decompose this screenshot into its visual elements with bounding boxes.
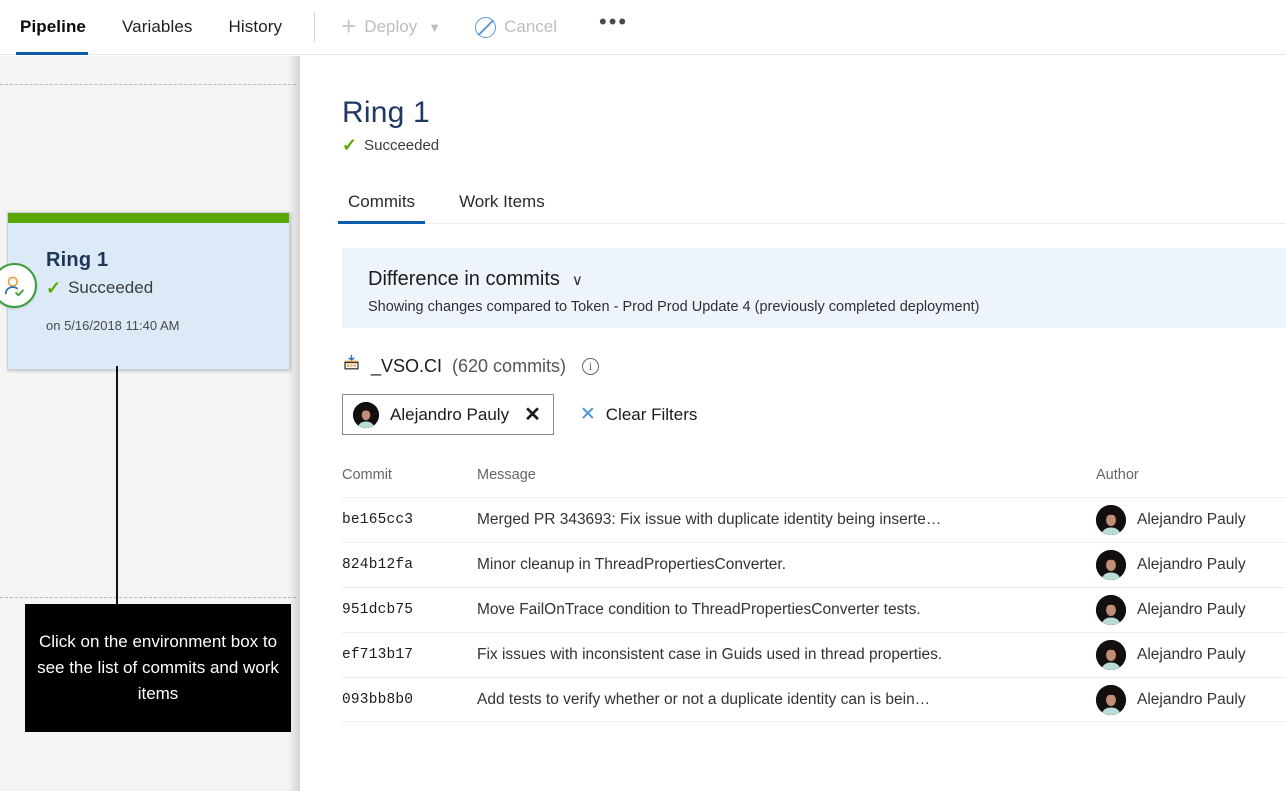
filter-row: Alejandro Pauly ✕ ✕ Clear Filters bbox=[342, 394, 1286, 435]
column-header-message: Message bbox=[477, 467, 536, 483]
pipeline-panel: Ring 1 ✓ Succeeded on 5/16/2018 11:40 AM… bbox=[0, 56, 300, 791]
cell-commit-message: Move FailOnTrace condition to ThreadProp… bbox=[477, 601, 921, 618]
banner-title-row[interactable]: Difference in commits ∨ bbox=[368, 268, 1286, 291]
pipeline-dashed-divider-top bbox=[0, 84, 296, 85]
avatar bbox=[1096, 595, 1126, 625]
environment-card-body: Ring 1 ✓ Succeeded on 5/16/2018 11:40 AM bbox=[8, 223, 289, 333]
plus-icon: + bbox=[341, 11, 357, 41]
author-name: Alejandro Pauly bbox=[1137, 511, 1246, 528]
chevron-down-icon: ∨ bbox=[571, 271, 583, 289]
tab-commits-label: Commits bbox=[348, 192, 416, 211]
author-name: Alejandro Pauly bbox=[1137, 690, 1246, 708]
author-name: Alejandro Pauly bbox=[1137, 646, 1246, 663]
check-icon: ✓ bbox=[342, 135, 358, 155]
cancel-button[interactable]: Cancel bbox=[465, 7, 567, 47]
tab-history-label: History bbox=[228, 17, 283, 36]
avatar bbox=[1096, 640, 1126, 670]
table-row[interactable]: 093bb8b0 Add tests to verify whether or … bbox=[342, 677, 1286, 722]
deploy-label: Deploy bbox=[364, 17, 418, 36]
cell-author: Alejandro Pauly bbox=[1096, 505, 1286, 535]
page-status-label: Succeeded bbox=[364, 136, 440, 154]
details-header: Ring 1 ✓ Succeeded bbox=[300, 56, 1286, 154]
column-header-commit: Commit bbox=[342, 467, 392, 483]
author-name: Alejandro Pauly bbox=[1137, 601, 1246, 618]
app-root: Pipeline Variables History + Deploy ▼ Ca… bbox=[0, 0, 1286, 791]
cell-commit-message: Merged PR 343693: Fix issue with duplica… bbox=[477, 511, 942, 528]
cell-commit-message: Fix issues with inconsistent case in Gui… bbox=[477, 646, 943, 663]
callout-leader-line bbox=[116, 366, 118, 606]
environment-card-ring-1[interactable]: Ring 1 ✓ Succeeded on 5/16/2018 11:40 AM bbox=[0, 212, 290, 370]
cell-commit-message: Minor cleanup in ThreadPropertiesConvert… bbox=[477, 556, 787, 573]
pipeline-dashed-divider-bottom bbox=[0, 597, 296, 598]
close-icon: ✕ bbox=[579, 404, 596, 425]
table-row[interactable]: 824b12fa Minor cleanup in ThreadProperti… bbox=[342, 542, 1286, 587]
cancel-label: Cancel bbox=[504, 17, 558, 36]
author-name: Alejandro Pauly bbox=[1137, 556, 1246, 573]
toolbar-tabs: Pipeline Variables History bbox=[0, 0, 300, 55]
cancel-circle-slash-icon bbox=[475, 16, 497, 38]
environment-status-label: Succeeded bbox=[68, 278, 154, 297]
table-row[interactable]: 951dcb75 Move FailOnTrace condition to T… bbox=[342, 587, 1286, 632]
tab-pipeline-label: Pipeline bbox=[20, 17, 86, 36]
avatar bbox=[1096, 550, 1126, 580]
author-filter-chip[interactable]: Alejandro Pauly ✕ bbox=[342, 394, 554, 435]
deploy-button[interactable]: + Deploy ▼ bbox=[331, 7, 451, 47]
table-row[interactable]: ef713b17 Fix issues with inconsistent ca… bbox=[342, 632, 1286, 677]
callout-tooltip: Click on the environment box to see the … bbox=[25, 604, 291, 732]
details-tabs: Commits Work Items bbox=[337, 184, 1286, 224]
repository-row: _VSO.CI (620 commits) i bbox=[342, 354, 1286, 378]
ellipsis-icon: ••• bbox=[599, 9, 629, 34]
toolbar-divider bbox=[314, 12, 316, 42]
page-status: ✓ Succeeded bbox=[342, 136, 1286, 154]
close-icon[interactable]: ✕ bbox=[524, 402, 541, 427]
filter-chip-label: Alejandro Pauly bbox=[390, 404, 510, 424]
repository-commit-count: (620 commits) bbox=[452, 355, 567, 376]
cell-commit-message: Add tests to verify whether or not a dup… bbox=[477, 690, 931, 708]
tab-work-items-label: Work Items bbox=[459, 192, 545, 211]
environment-deploy-date: on 5/16/2018 11:40 AM bbox=[46, 318, 180, 333]
cell-commit-id[interactable]: 093bb8b0 bbox=[342, 692, 477, 708]
tab-pipeline[interactable]: Pipeline bbox=[0, 0, 104, 55]
cell-author: Alejandro Pauly bbox=[1096, 550, 1286, 580]
column-header-author: Author bbox=[1096, 467, 1139, 483]
avatar bbox=[1096, 684, 1126, 715]
table-row[interactable]: be165cc3 Merged PR 343693: Fix issue wit… bbox=[342, 497, 1286, 542]
cell-commit-id[interactable]: 951dcb75 bbox=[342, 602, 477, 618]
banner-title: Difference in commits bbox=[368, 268, 560, 290]
tab-work-items[interactable]: Work Items bbox=[453, 192, 551, 223]
cell-commit-id[interactable]: 824b12fa bbox=[342, 557, 477, 573]
tab-variables[interactable]: Variables bbox=[104, 0, 211, 55]
tab-commits[interactable]: Commits bbox=[337, 192, 426, 224]
avatar bbox=[1096, 505, 1126, 535]
banner-subtitle: Showing changes compared to Token - Prod… bbox=[368, 299, 980, 315]
cell-author: Alejandro Pauly bbox=[1096, 684, 1286, 715]
difference-in-commits-banner: Difference in commits ∨ Showing changes … bbox=[342, 248, 1286, 328]
repository-name[interactable]: _VSO.CI bbox=[371, 356, 442, 377]
table-header: Commit Message Author bbox=[342, 467, 1286, 497]
environment-status: ✓ Succeeded bbox=[46, 278, 289, 298]
clear-filters-button[interactable]: ✕ Clear Filters bbox=[580, 403, 698, 426]
commits-table: Commit Message Author be165cc3 Merged PR… bbox=[342, 467, 1286, 722]
more-actions-button[interactable]: ••• bbox=[593, 11, 634, 37]
callout-text: Click on the environment box to see the … bbox=[37, 632, 279, 703]
tab-variables-label: Variables bbox=[122, 17, 193, 36]
tab-history[interactable]: History bbox=[211, 0, 301, 55]
details-pane: Ring 1 ✓ Succeeded Commits Work Items Di… bbox=[300, 56, 1286, 791]
build-icon bbox=[342, 354, 361, 378]
avatar bbox=[353, 401, 379, 428]
clear-filters-label: Clear Filters bbox=[605, 404, 698, 424]
cell-author: Alejandro Pauly bbox=[1096, 640, 1286, 670]
environment-status-bar bbox=[8, 213, 289, 223]
cell-commit-id[interactable]: be165cc3 bbox=[342, 512, 477, 528]
cell-author: Alejandro Pauly bbox=[1096, 595, 1286, 625]
info-icon[interactable]: i bbox=[582, 357, 600, 375]
page-title: Ring 1 bbox=[342, 96, 430, 129]
top-toolbar: Pipeline Variables History + Deploy ▼ Ca… bbox=[0, 0, 1286, 55]
environment-name: Ring 1 bbox=[46, 249, 109, 271]
chevron-down-icon: ▼ bbox=[428, 19, 442, 35]
check-icon: ✓ bbox=[46, 278, 62, 298]
cell-commit-id[interactable]: ef713b17 bbox=[342, 647, 477, 663]
